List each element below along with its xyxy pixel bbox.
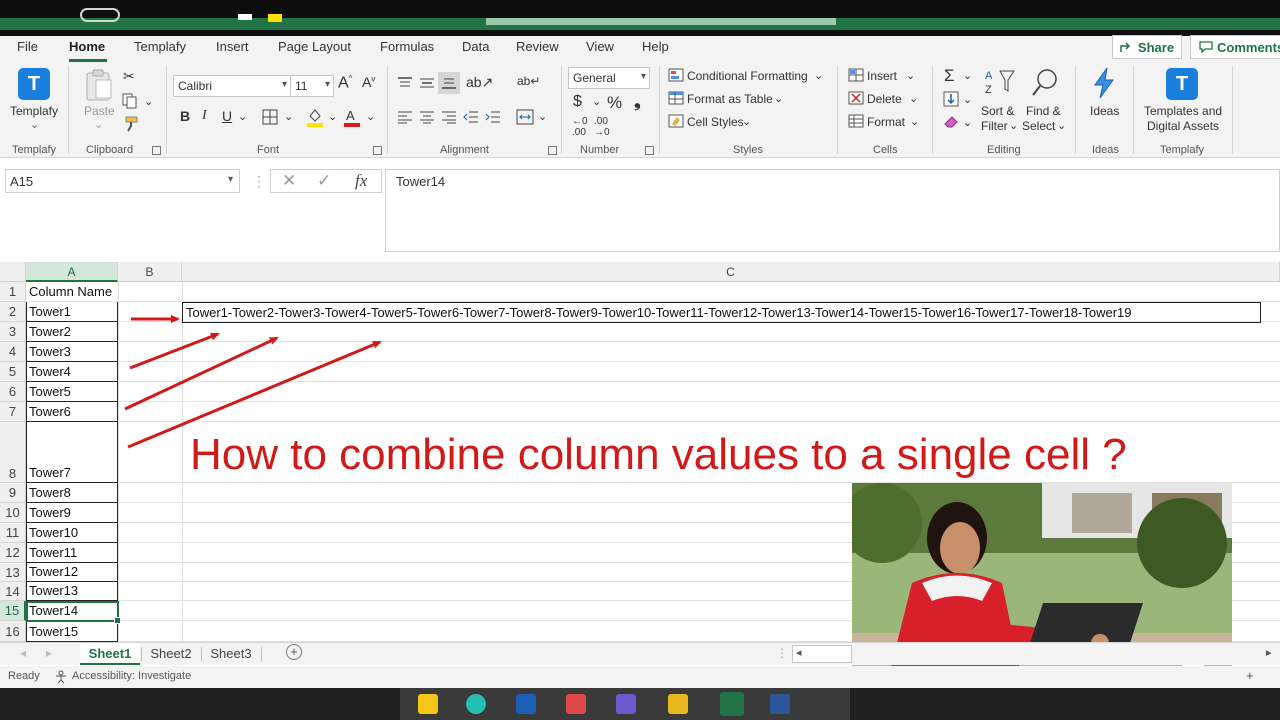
zoom-in-icon[interactable]: + <box>1246 668 1254 683</box>
app-icon[interactable] <box>566 694 586 714</box>
sheet-tab-2[interactable]: Sheet2 <box>142 643 200 665</box>
edge-icon[interactable] <box>466 694 486 714</box>
teams-icon[interactable] <box>616 694 636 714</box>
tab-separator <box>261 647 262 661</box>
sheet-tab-1[interactable]: Sheet1 <box>80 643 140 665</box>
scroll-right-icon[interactable]: ▸ <box>46 646 52 660</box>
taskbar <box>0 688 1280 720</box>
status-bar: Ready Accessibility: Investigate + <box>0 666 1280 688</box>
headline-text: How to combine column values to a single… <box>190 430 1127 479</box>
arrow-diagonal-1 <box>129 332 220 370</box>
horizontal-scrollbar[interactable]: ◂ <box>792 645 852 663</box>
scroll-right-icon[interactable]: ▸ <box>1266 646 1272 659</box>
arrow-diagonal-2 <box>124 336 279 411</box>
status-ready: Ready <box>8 670 40 682</box>
scroll-left-icon[interactable]: ◂ <box>20 646 26 660</box>
word-icon[interactable] <box>770 694 790 714</box>
accessibility-icon[interactable] <box>54 670 68 684</box>
add-sheet-icon[interactable]: + <box>286 644 302 660</box>
more-options-icon[interactable]: ⋮ <box>776 646 788 660</box>
accessibility-status[interactable]: Accessibility: Investigate <box>72 670 191 682</box>
sheet-tabs-bar: ◂ ▸ Sheet1 Sheet2 Sheet3 + ⋮ ◂ ▸ <box>0 642 1280 665</box>
file-explorer-icon[interactable] <box>418 694 438 714</box>
app-icon[interactable] <box>668 694 688 714</box>
scroll-left-icon[interactable]: ◂ <box>796 646 802 659</box>
sheet-tab-3[interactable]: Sheet3 <box>202 643 260 665</box>
excel-icon[interactable] <box>720 692 744 716</box>
mail-icon[interactable] <box>516 694 536 714</box>
excel-window: File Home Templafy Insert Page Layout Fo… <box>0 0 1280 720</box>
